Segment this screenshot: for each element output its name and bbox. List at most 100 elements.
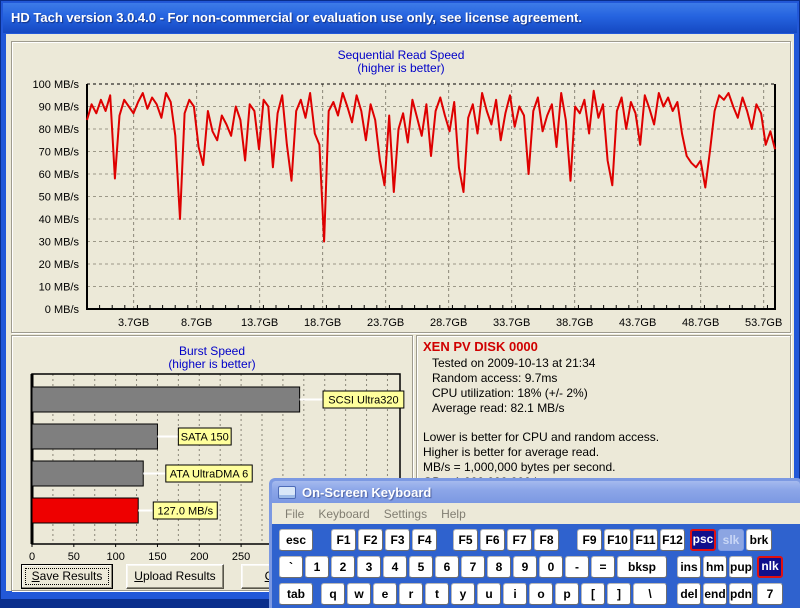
menu-file[interactable]: File: [278, 507, 311, 521]
key-e[interactable]: e: [373, 583, 397, 605]
key-r[interactable]: r: [399, 583, 423, 605]
key-1[interactable]: 1: [305, 556, 329, 578]
disk-name: XEN PV DISK 0000: [423, 339, 784, 354]
menu-settings[interactable]: Settings: [377, 507, 434, 521]
key-3[interactable]: 3: [357, 556, 381, 578]
svg-text:50: 50: [68, 551, 80, 563]
key-t[interactable]: t: [425, 583, 449, 605]
upload-results-button[interactable]: Upload Results: [126, 564, 224, 589]
svg-text:200: 200: [190, 551, 208, 563]
key-F2[interactable]: F2: [358, 529, 383, 551]
key-sym[interactable]: \: [633, 583, 667, 605]
svg-text:20 MB/s: 20 MB/s: [39, 259, 80, 271]
osk-window-title: On-Screen Keyboard: [302, 485, 431, 500]
svg-text:SCSI Ultra320: SCSI Ultra320: [328, 395, 398, 407]
osk-title-bar[interactable]: On-Screen Keyboard: [272, 481, 800, 503]
key-F8[interactable]: F8: [534, 529, 559, 551]
key-F7[interactable]: F7: [507, 529, 532, 551]
key-nlk[interactable]: nlk: [757, 556, 783, 578]
key-sym[interactable]: [: [581, 583, 605, 605]
svg-text:48.7GB: 48.7GB: [682, 317, 719, 329]
onscreen-keyboard-window: On-Screen Keyboard FileKeyboardSettingsH…: [269, 478, 800, 608]
key-hm[interactable]: hm: [703, 556, 727, 578]
upload-label-accel: U: [134, 569, 143, 583]
svg-text:33.7GB: 33.7GB: [493, 317, 530, 329]
key-del[interactable]: del: [677, 583, 701, 605]
key-p[interactable]: p: [555, 583, 579, 605]
key-F5[interactable]: F5: [453, 529, 478, 551]
svg-text:23.7GB: 23.7GB: [367, 317, 404, 329]
key-bksp[interactable]: bksp: [617, 556, 667, 578]
key-F10[interactable]: F10: [604, 529, 631, 551]
key-pup[interactable]: pup: [729, 556, 753, 578]
key-ins[interactable]: ins: [677, 556, 701, 578]
svg-text:SATA 150: SATA 150: [181, 432, 229, 444]
drive-stat-line: Tested on 2009-10-13 at 21:34: [423, 356, 784, 371]
svg-text:3.7GB: 3.7GB: [118, 317, 149, 329]
svg-text:100: 100: [106, 551, 124, 563]
key-2[interactable]: 2: [331, 556, 355, 578]
key-sym[interactable]: -: [565, 556, 589, 578]
sequential-read-chart: 3.7GB 8.7GB 13.7GB 18.7GB 23.7GB 28.7GB 33.7GB…: [12, 42, 790, 332]
key-end[interactable]: end: [703, 583, 727, 605]
save-results-button[interactable]: Save Results: [21, 564, 113, 589]
key-5[interactable]: 5: [409, 556, 433, 578]
key-7[interactable]: 7: [757, 583, 783, 605]
key-6[interactable]: 6: [435, 556, 459, 578]
key-8[interactable]: 8: [487, 556, 511, 578]
key-w[interactable]: w: [347, 583, 371, 605]
osk-menu-bar: FileKeyboardSettingsHelp: [272, 503, 800, 524]
key-4[interactable]: 4: [383, 556, 407, 578]
key-sym[interactable]: `: [279, 556, 303, 578]
key-i[interactable]: i: [503, 583, 527, 605]
svg-text:80 MB/s: 80 MB/s: [39, 124, 80, 136]
key-o[interactable]: o: [529, 583, 553, 605]
key-y[interactable]: y: [451, 583, 475, 605]
keyboard-row: `1234567890-=bkspinshmpupnlk: [279, 556, 800, 578]
key-F12[interactable]: F12: [660, 529, 685, 551]
key-F11[interactable]: F11: [633, 529, 658, 551]
drive-note-line: MB/s = 1,000,000 bytes per second.: [423, 460, 784, 475]
key-0[interactable]: 0: [539, 556, 563, 578]
key-brk[interactable]: brk: [746, 529, 772, 551]
keyboard-icon: [278, 486, 296, 499]
svg-text:0: 0: [29, 551, 35, 563]
key-psc[interactable]: psc: [690, 529, 716, 551]
key-F6[interactable]: F6: [480, 529, 505, 551]
menu-keyboard[interactable]: Keyboard: [311, 507, 376, 521]
svg-text:10 MB/s: 10 MB/s: [39, 282, 80, 294]
key-9[interactable]: 9: [513, 556, 537, 578]
drive-stat-line: CPU utilization: 18% (+/- 2%): [423, 386, 784, 401]
svg-text:30 MB/s: 30 MB/s: [39, 237, 80, 249]
key-F9[interactable]: F9: [577, 529, 602, 551]
drive-stat-line: Average read: 82.1 MB/s: [423, 401, 784, 416]
focus-rect: [25, 568, 109, 585]
key-F3[interactable]: F3: [385, 529, 410, 551]
svg-text:18.7GB: 18.7GB: [304, 317, 341, 329]
svg-text:ATA UltraDMA 6: ATA UltraDMA 6: [170, 469, 248, 481]
svg-text:8.7GB: 8.7GB: [181, 317, 212, 329]
key-7[interactable]: 7: [461, 556, 485, 578]
key-slk[interactable]: slk: [718, 529, 744, 551]
keyboard-row: tabqwertyuiop[]\ delendpdn7: [279, 583, 800, 605]
svg-text:13.7GB: 13.7GB: [241, 317, 278, 329]
svg-text:127.0 MB/s: 127.0 MB/s: [157, 506, 213, 518]
svg-text:0 MB/s: 0 MB/s: [45, 304, 80, 316]
key-tab[interactable]: tab: [279, 583, 313, 605]
key-esc[interactable]: esc: [279, 529, 313, 551]
sequential-read-panel: Sequential Read Speed (higher is better)…: [11, 41, 791, 333]
svg-text:150: 150: [148, 551, 166, 563]
key-sym[interactable]: ]: [607, 583, 631, 605]
key-pdn[interactable]: pdn: [729, 583, 753, 605]
svg-text:28.7GB: 28.7GB: [430, 317, 467, 329]
title-bar[interactable]: HD Tach version 3.0.4.0 - For non-commer…: [3, 3, 797, 33]
key-u[interactable]: u: [477, 583, 501, 605]
upload-label: pload Results: [143, 569, 216, 583]
key-q[interactable]: q: [321, 583, 345, 605]
drive-note-line: Lower is better for CPU and random acces…: [423, 430, 784, 445]
key-F1[interactable]: F1: [331, 529, 356, 551]
menu-help[interactable]: Help: [434, 507, 473, 521]
key-F4[interactable]: F4: [412, 529, 437, 551]
svg-text:90 MB/s: 90 MB/s: [39, 102, 80, 114]
key-sym[interactable]: =: [591, 556, 615, 578]
